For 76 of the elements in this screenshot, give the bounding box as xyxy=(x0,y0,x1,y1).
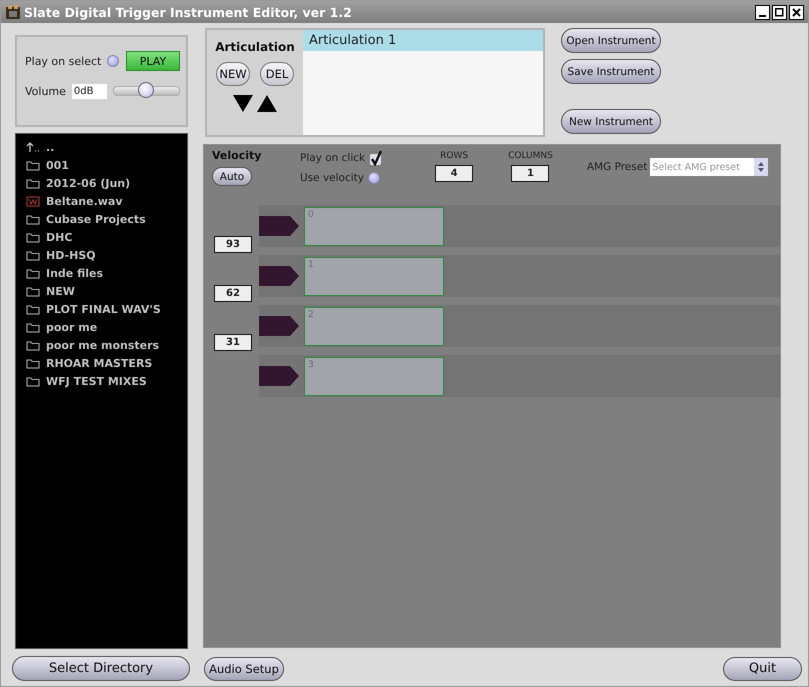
folder-icon xyxy=(26,303,40,315)
file-item[interactable]: HD-HSQ xyxy=(46,248,96,262)
folder-icon xyxy=(26,249,40,261)
velocity-label: Velocity xyxy=(212,149,262,162)
articulation-button[interactable]: NEW xyxy=(216,62,250,86)
triangle-up-icon xyxy=(257,95,277,112)
file-item[interactable]: Cubase Projects xyxy=(46,212,146,226)
folder-icon xyxy=(26,177,40,189)
file-item[interactable]: Inde files xyxy=(46,266,104,280)
instrument-button[interactable]: New Instrument xyxy=(561,109,661,134)
folder-icon xyxy=(26,357,40,369)
velocity-threshold-field[interactable]: 31 xyxy=(214,334,252,351)
file-item[interactable]: NEW xyxy=(46,284,75,298)
rows-label: ROWS xyxy=(440,151,468,161)
auto-button[interactable]: Auto xyxy=(212,167,252,186)
arrow-tab-icon[interactable] xyxy=(259,366,299,386)
radio-button[interactable] xyxy=(368,172,380,184)
velocity-threshold-field[interactable]: 62 xyxy=(214,285,252,302)
close-icon xyxy=(792,8,801,16)
slider-thumb[interactable] xyxy=(138,82,154,98)
folder-icon xyxy=(26,267,40,279)
up-arrow-icon xyxy=(26,141,40,153)
file-item[interactable]: DHC xyxy=(46,230,72,244)
radio-button[interactable] xyxy=(107,55,120,67)
arrow-tab-icon[interactable] xyxy=(259,266,299,286)
rows-field[interactable]: 4 xyxy=(435,165,474,182)
folder-icon xyxy=(26,159,40,171)
play-on-click-label: Play on click xyxy=(300,152,366,164)
volume-field[interactable]: 0dB xyxy=(72,84,107,98)
columns-label: COLUMNS xyxy=(508,151,553,161)
minimize-button[interactable] xyxy=(755,4,770,20)
audio-setup-button[interactable]: Audio Setup xyxy=(204,656,284,680)
folder-icon xyxy=(26,375,40,387)
play-button[interactable]: PLAY xyxy=(126,51,180,71)
articulation-title: Articulation xyxy=(215,40,295,54)
folder-icon xyxy=(26,285,40,297)
move-down-button[interactable] xyxy=(233,95,253,112)
window-title: Slate Digital Trigger Instrument Editor, ver 1.2 xyxy=(24,4,352,20)
file-item[interactable]: WFJ TEST MIXES xyxy=(46,374,147,388)
select-directory-button[interactable]: Select Directory xyxy=(12,656,190,681)
maximize-icon xyxy=(775,8,784,16)
volume-label: Volume xyxy=(25,84,66,98)
move-up-button[interactable] xyxy=(257,95,277,112)
velocity-threshold-field[interactable]: 93 xyxy=(214,236,252,253)
folder-icon xyxy=(26,213,40,225)
file-item[interactable]: .. xyxy=(46,140,54,154)
arrow-tab-icon[interactable] xyxy=(259,316,299,336)
preset-dropdown[interactable]: Select AMG preset xyxy=(650,158,768,176)
file-item[interactable]: poor me xyxy=(46,320,98,334)
minimize-icon xyxy=(759,14,766,16)
columns-field[interactable]: 1 xyxy=(511,165,550,182)
file-item[interactable]: 001 xyxy=(46,158,69,172)
arrow-tab-icon[interactable] xyxy=(259,216,299,236)
checkbox[interactable] xyxy=(369,150,382,166)
file-item[interactable]: RHOAR MASTERS xyxy=(46,356,152,370)
folder-icon xyxy=(26,339,40,351)
file-item[interactable]: Beltane.wav xyxy=(46,194,123,208)
folder-icon xyxy=(26,321,40,333)
triangle-down-icon xyxy=(233,95,253,112)
play-on-select-label: Play on select xyxy=(25,54,102,68)
maximize-button[interactable] xyxy=(772,4,787,20)
use-velocity-label: Use velocity xyxy=(300,172,364,184)
spinner-icon xyxy=(754,158,768,176)
file-item[interactable]: poor me monsters xyxy=(46,338,160,352)
articulation-button[interactable]: DEL xyxy=(260,62,294,86)
file-item[interactable]: 2012-06 (Jun) xyxy=(46,176,130,190)
folder-icon xyxy=(26,231,40,243)
audio-file-icon xyxy=(26,195,40,207)
file-item[interactable]: PLOT FINAL WAV'S xyxy=(46,302,161,316)
amg-preset-label: AMG Preset xyxy=(586,161,648,173)
close-button[interactable] xyxy=(789,4,804,20)
instrument-button[interactable]: Open Instrument xyxy=(561,28,661,53)
quit-button[interactable]: Quit xyxy=(723,656,802,680)
app-icon xyxy=(5,4,21,20)
list-item[interactable]: Articulation 1 xyxy=(303,30,543,51)
instrument-button[interactable]: Save Instrument xyxy=(561,59,661,84)
